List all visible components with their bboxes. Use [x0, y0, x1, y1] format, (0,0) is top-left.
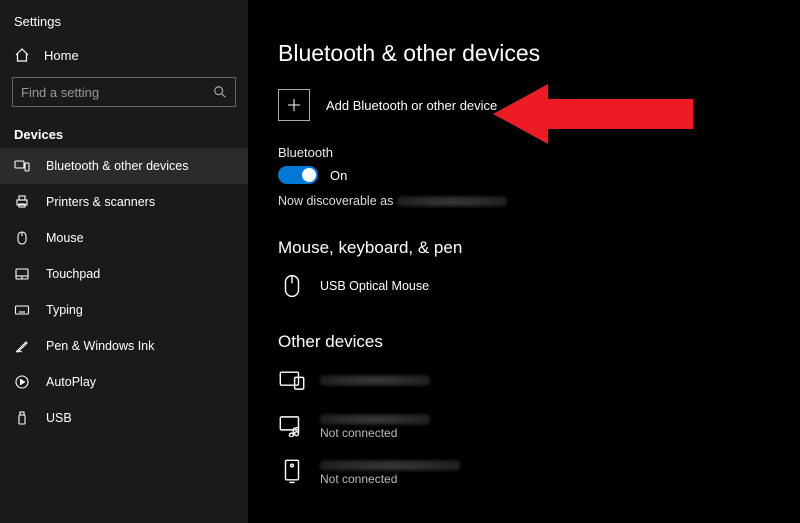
usb-icon [14, 410, 30, 426]
display-device-icon [278, 366, 306, 394]
sidebar-item-label: Pen & Windows Ink [46, 339, 154, 353]
search-input[interactable] [21, 85, 213, 100]
settings-title: Settings [0, 8, 248, 39]
pen-icon [14, 338, 30, 354]
sidebar-item-bluetooth-devices[interactable]: Bluetooth & other devices [0, 148, 248, 184]
devices-icon [14, 158, 30, 174]
bluetooth-label: Bluetooth [278, 145, 800, 160]
add-device-label: Add Bluetooth or other device [326, 98, 497, 113]
device-status: Not connected [320, 472, 460, 486]
redacted-device [320, 375, 430, 386]
home-label: Home [44, 48, 79, 63]
plus-icon [278, 89, 310, 121]
sidebar-item-mouse[interactable]: Mouse [0, 220, 248, 256]
discoverable-text: Now discoverable as [278, 194, 800, 208]
sidebar-item-typing[interactable]: Typing [0, 292, 248, 328]
sidebar-item-label: Bluetooth & other devices [46, 159, 188, 173]
sidebar-item-label: Touchpad [46, 267, 100, 281]
mouse-icon [14, 230, 30, 246]
page-title: Bluetooth & other devices [278, 40, 800, 67]
device-row[interactable]: Not connected [278, 454, 800, 500]
add-device-button[interactable]: Add Bluetooth or other device [278, 89, 800, 121]
sidebar-section-title: Devices [0, 117, 248, 148]
redacted-device [320, 414, 430, 425]
sidebar-item-label: AutoPlay [46, 375, 96, 389]
sidebar-item-label: Printers & scanners [46, 195, 155, 209]
sidebar-item-autoplay[interactable]: AutoPlay [0, 364, 248, 400]
search-icon [213, 85, 227, 99]
home-nav[interactable]: Home [0, 39, 248, 71]
printer-icon [14, 194, 30, 210]
sidebar-item-label: Mouse [46, 231, 84, 245]
sidebar-item-printers[interactable]: Printers & scanners [0, 184, 248, 220]
bluetooth-state: On [330, 168, 347, 183]
section-mouse-keyboard-pen: Mouse, keyboard, & pen [278, 238, 800, 258]
sidebar-item-usb[interactable]: USB [0, 400, 248, 436]
device-name: USB Optical Mouse [320, 279, 429, 293]
touchpad-icon [14, 266, 30, 282]
redacted-name [397, 196, 507, 207]
bluetooth-toggle[interactable] [278, 166, 318, 184]
home-icon [14, 47, 30, 63]
main-panel: Bluetooth & other devices Add Bluetooth … [248, 0, 800, 523]
sidebar: Settings Home Devices Bluetooth & other … [0, 0, 248, 523]
device-row[interactable] [278, 362, 800, 408]
device-status: Not connected [320, 426, 430, 440]
device-row[interactable]: Not connected [278, 408, 800, 454]
device-row[interactable]: USB Optical Mouse [278, 268, 800, 314]
redacted-device [320, 460, 460, 471]
keyboard-icon [14, 302, 30, 318]
autoplay-icon [14, 374, 30, 390]
media-device-icon [278, 412, 306, 440]
section-other-devices: Other devices [278, 332, 800, 352]
sidebar-item-label: USB [46, 411, 72, 425]
mouse-device-icon [278, 272, 306, 300]
sidebar-item-touchpad[interactable]: Touchpad [0, 256, 248, 292]
sidebar-item-label: Typing [46, 303, 83, 317]
generic-device-icon [278, 458, 306, 486]
search-box[interactable] [12, 77, 236, 107]
sidebar-item-pen[interactable]: Pen & Windows Ink [0, 328, 248, 364]
